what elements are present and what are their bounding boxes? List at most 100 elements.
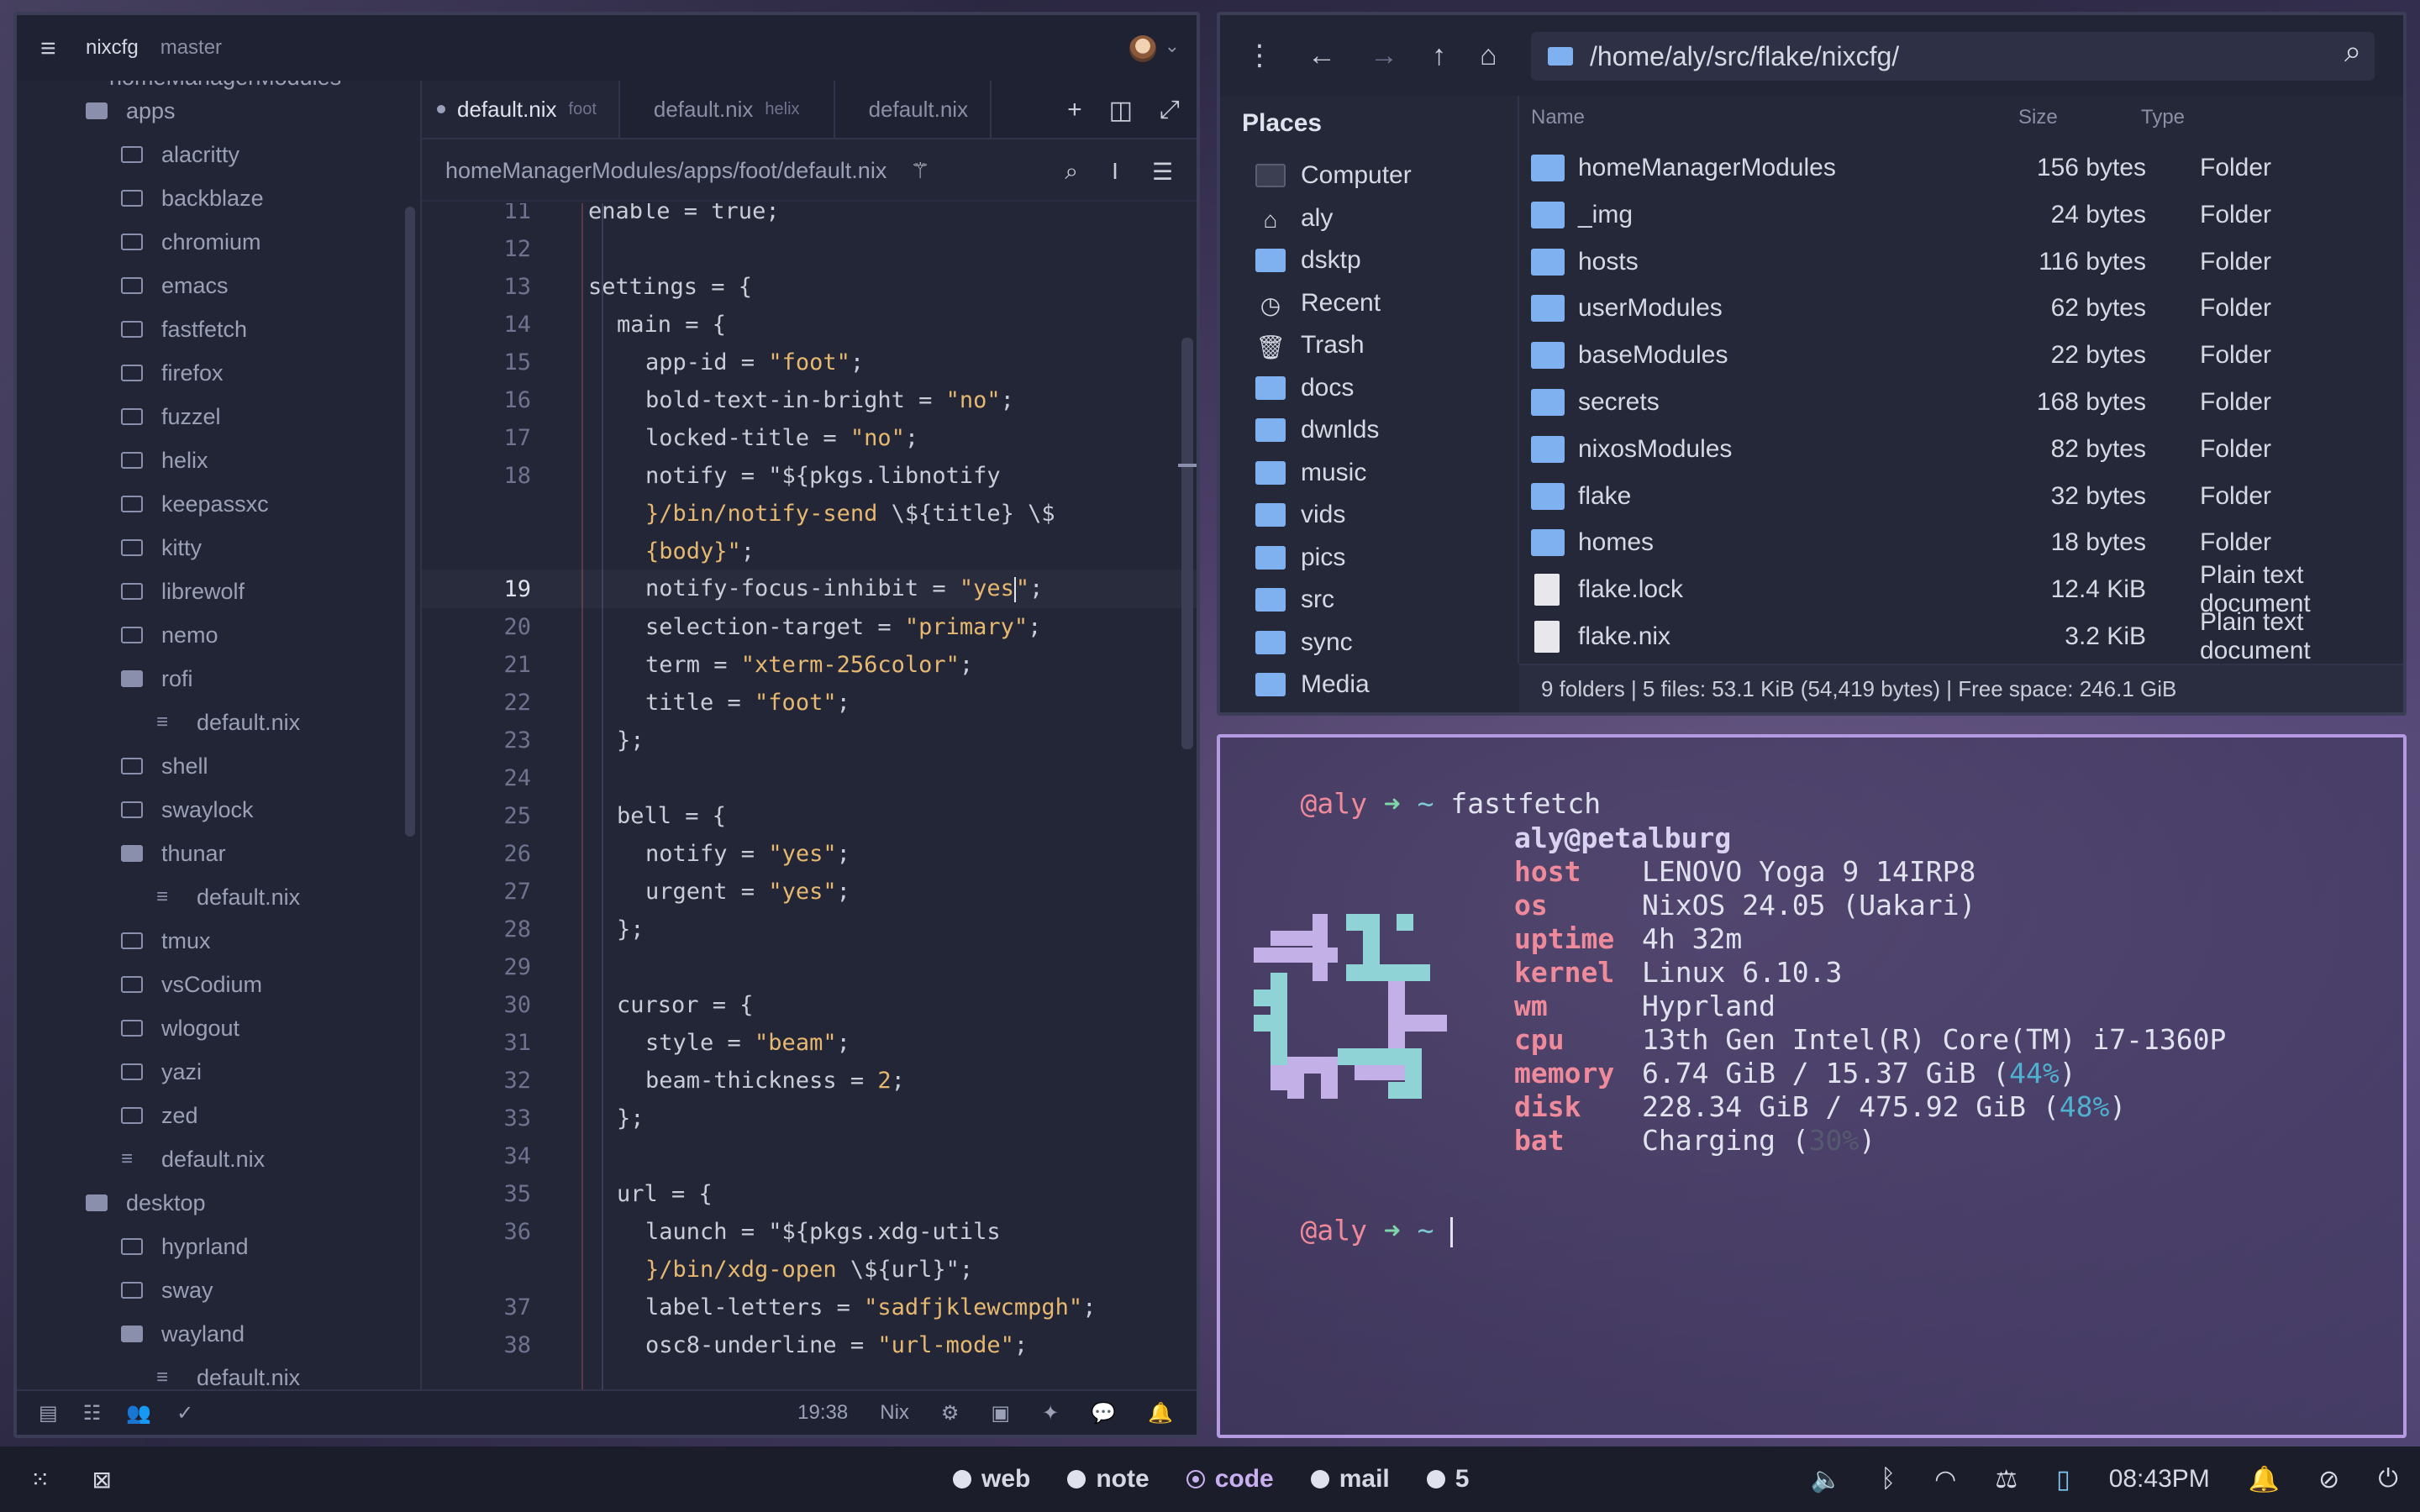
notification-bell-icon[interactable]: 🔔 bbox=[2249, 1465, 2280, 1494]
code-line[interactable]: 30 cursor = { bbox=[422, 985, 1197, 1024]
code-view[interactable]: 11 enable = true; 12 13 settings = {14 main =… bbox=[422, 203, 1197, 1396]
file-manager-window[interactable]: ⋮ ← → ↑ ⌂ /home/aly/src/flake/nixcfg/ ⌕ … bbox=[1217, 12, 2407, 716]
magic-wand-icon[interactable]: ⚚ bbox=[910, 158, 929, 184]
column-name[interactable]: Name bbox=[1531, 106, 1585, 129]
place-docs[interactable]: docs bbox=[1255, 367, 1354, 409]
tree-item-chromium[interactable]: chromium bbox=[121, 220, 261, 264]
back-arrow-icon[interactable]: ← bbox=[1307, 39, 1336, 72]
code-line[interactable]: 13 settings = { bbox=[422, 267, 1197, 306]
project-name[interactable]: nixcfg bbox=[86, 36, 139, 60]
text-cursor-icon[interactable]: I bbox=[1112, 158, 1118, 185]
tree-item-backblaze[interactable]: backblaze bbox=[121, 176, 264, 220]
project-panel[interactable]: homeManagerModulesappsalacrittybackblaze… bbox=[17, 81, 422, 1396]
tree-item-zed[interactable]: zed bbox=[121, 1094, 198, 1137]
tree-item-hyprland[interactable]: hyprland bbox=[121, 1225, 249, 1268]
app-grid-icon[interactable]: ⁙ bbox=[30, 1466, 50, 1494]
place-media[interactable]: Media bbox=[1255, 664, 1370, 706]
project-panel-icon[interactable]: ▤ bbox=[39, 1401, 58, 1425]
search-icon[interactable]: ⌕ bbox=[2344, 34, 2385, 74]
place-src[interactable]: src bbox=[1255, 579, 1334, 621]
split-pane-icon[interactable]: ◫ bbox=[1109, 96, 1133, 125]
cursor-position[interactable]: 19:38 bbox=[797, 1401, 848, 1425]
tree-item-default-nix[interactable]: ≡ default.nix bbox=[156, 875, 300, 919]
git-branch[interactable]: master bbox=[160, 36, 222, 60]
tree-item-emacs[interactable]: emacs bbox=[121, 264, 229, 307]
file-row[interactable]: _img 24 bytes Folder bbox=[1521, 192, 2403, 239]
code-line[interactable]: 23}; bbox=[422, 721, 1197, 759]
place-computer[interactable]: Computer bbox=[1255, 155, 1412, 197]
place-dsktp[interactable]: dsktp bbox=[1255, 239, 1361, 281]
tree-item-wayland[interactable]: wayland bbox=[121, 1312, 245, 1356]
code-line[interactable]: {body}"; bbox=[422, 532, 1197, 570]
tree-item-fuzzel[interactable]: fuzzel bbox=[121, 395, 221, 438]
tree-item-default-nix[interactable]: ≡ default.nix bbox=[121, 1137, 265, 1181]
column-type[interactable]: Type bbox=[2141, 106, 2185, 129]
screen-icon[interactable]: ⊘ bbox=[2318, 1465, 2339, 1494]
code-scrollbar[interactable] bbox=[1181, 338, 1193, 749]
assistant-icon[interactable]: ✦ bbox=[1042, 1401, 1059, 1425]
outline-icon[interactable]: ☷ bbox=[83, 1401, 102, 1425]
diagnostics-check-icon[interactable]: ✓ bbox=[176, 1401, 193, 1425]
workspace-web[interactable]: web bbox=[953, 1465, 1030, 1494]
file-list[interactable]: Name Size Type homeManagerModules 156 byt… bbox=[1521, 96, 2403, 664]
tree-item-tmux[interactable]: tmux bbox=[121, 919, 211, 963]
location-bar[interactable]: /home/aly/src/flake/nixcfg/ bbox=[1531, 32, 2375, 81]
file-row[interactable]: baseModules 22 bytes Folder bbox=[1521, 332, 2403, 379]
wifi-icon[interactable]: ◠ bbox=[1934, 1465, 1956, 1494]
file-row[interactable]: homes 18 bytes Folder bbox=[1521, 519, 2403, 566]
code-line[interactable]: 34 bbox=[422, 1137, 1197, 1175]
tab-default-nix[interactable]: default.nix bbox=[835, 81, 992, 138]
tree-item-firefox[interactable]: firefox bbox=[121, 351, 224, 395]
tree-item-shell[interactable]: shell bbox=[121, 744, 208, 788]
terminal-window[interactable]: @aly ➜ ~ fastfetch aly@petalburg host LEN… bbox=[1217, 734, 2407, 1438]
power-profile-icon[interactable]: ⚖ bbox=[1995, 1465, 2018, 1494]
settings-sliders-icon[interactable]: ☰ bbox=[1152, 158, 1173, 186]
tree-item-apps[interactable]: apps bbox=[86, 89, 176, 133]
code-line[interactable]: 37 label-letters = "sadfjklewcmpgh"; bbox=[422, 1288, 1197, 1326]
code-line[interactable]: 14 main = { bbox=[422, 305, 1197, 344]
power-icon[interactable]: ⏻ bbox=[2378, 1465, 2398, 1494]
code-line[interactable]: 25 bell = { bbox=[422, 796, 1197, 835]
file-row[interactable]: secrets 168 bytes Folder bbox=[1521, 379, 2403, 426]
bluetooth-icon[interactable]: ᛒ bbox=[1881, 1465, 1896, 1494]
place-pics[interactable]: pics bbox=[1255, 537, 1345, 579]
tree-item-helix[interactable]: helix bbox=[121, 438, 208, 482]
maximize-icon[interactable]: ⤢ bbox=[1160, 96, 1180, 124]
place-music[interactable]: music bbox=[1255, 452, 1366, 494]
code-line[interactable]: 22 title = "foot"; bbox=[422, 683, 1197, 722]
column-size[interactable]: Size bbox=[2018, 106, 2058, 129]
file-row[interactable]: homeManagerModules 156 bytes Folder bbox=[1521, 144, 2403, 192]
sidebar-scrollbar[interactable] bbox=[405, 207, 415, 837]
home-icon[interactable]: ⌂ bbox=[1480, 39, 1497, 72]
code-line[interactable]: 17 locked-title = "no"; bbox=[422, 418, 1197, 457]
kebab-menu-icon[interactable]: ⋮ bbox=[1245, 39, 1274, 72]
file-row[interactable]: flake.lock 12.4 KiB Plain text document bbox=[1521, 561, 2403, 617]
code-line[interactable]: 35 url = { bbox=[422, 1174, 1197, 1213]
tree-item-fastfetch[interactable]: fastfetch bbox=[121, 307, 247, 351]
tree-item-kitty[interactable]: kitty bbox=[121, 526, 202, 570]
chat-icon[interactable]: 💬 bbox=[1091, 1401, 1116, 1425]
breadcrumb-path[interactable]: homeManagerModules/apps/foot/default.nix bbox=[445, 158, 886, 184]
code-line[interactable]: 20 selection-target = "primary"; bbox=[422, 607, 1197, 646]
chevron-down-icon[interactable]: ⌄ bbox=[1165, 35, 1180, 57]
code-line[interactable]: 38 osc8-underline = "url-mode"; bbox=[422, 1326, 1197, 1364]
code-line[interactable]: 31 style = "beam"; bbox=[422, 1023, 1197, 1062]
file-row[interactable]: flake.nix 3.2 KiB Plain text document bbox=[1521, 608, 2403, 664]
code-line[interactable]: 33}; bbox=[422, 1099, 1197, 1137]
code-line[interactable]: 21 term = "xterm-256color"; bbox=[422, 645, 1197, 684]
code-line[interactable]: 24 bbox=[422, 759, 1197, 797]
close-window-icon[interactable]: ⊠ bbox=[92, 1466, 111, 1494]
code-line[interactable]: 26 notify = "yes"; bbox=[422, 834, 1197, 873]
language-selector[interactable]: Nix bbox=[880, 1401, 909, 1425]
file-row[interactable]: userModules 62 bytes Folder bbox=[1521, 285, 2403, 332]
tab-default-nix-helix[interactable]: default.nix helix bbox=[620, 81, 835, 138]
tree-item-librewolf[interactable]: librewolf bbox=[121, 570, 245, 613]
hamburger-menu-icon[interactable]: ≡ bbox=[40, 33, 74, 64]
workspace-code[interactable]: code bbox=[1186, 1465, 1274, 1494]
place-vids[interactable]: vids bbox=[1255, 494, 1345, 536]
clock[interactable]: 08:43PM bbox=[2109, 1465, 2210, 1494]
user-avatar[interactable] bbox=[1129, 35, 1156, 62]
code-line[interactable]: 12 bbox=[422, 229, 1197, 268]
code-line[interactable]: 27 urgent = "yes"; bbox=[422, 872, 1197, 911]
code-line[interactable]: 15 app-id = "foot"; bbox=[422, 343, 1197, 381]
